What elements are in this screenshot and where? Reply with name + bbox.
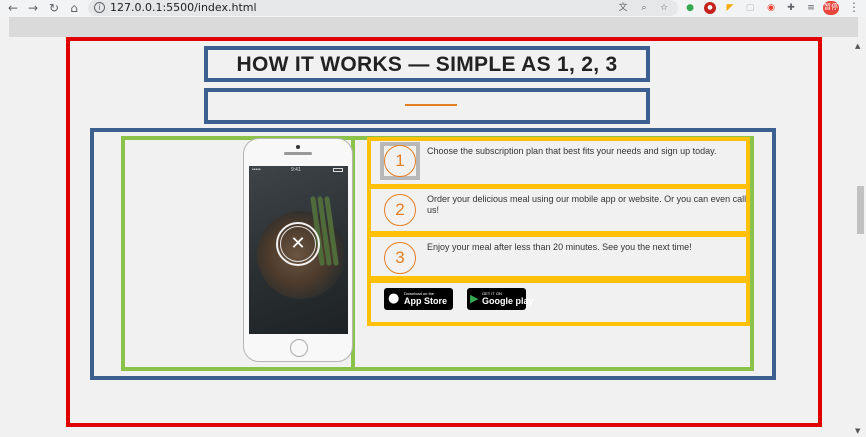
app-logo: ✕ (276, 222, 320, 266)
site-info-icon[interactable]: i (94, 2, 105, 13)
extension-c-icon[interactable]: ◤ (724, 2, 736, 14)
address-bar[interactable]: i 127.0.0.1:5500/index.html (88, 0, 678, 16)
reload-icon[interactable]: ↻ (47, 1, 61, 15)
step-1-text: Choose the subscription plan that best f… (427, 146, 717, 156)
profile-avatar[interactable]: 暂停 (823, 1, 839, 15)
scroll-down-arrow-icon[interactable]: ▼ (855, 427, 860, 435)
signal-dots: ••••• (252, 167, 261, 173)
browser-toolbar: ← → ↻ ⌂ i 127.0.0.1:5500/index.html 文 ⌕ … (0, 0, 866, 17)
forward-arrow-icon[interactable]: → (26, 1, 40, 15)
title-container: HOW IT WORKS — SIMPLE AS 1, 2, 3 (204, 46, 650, 82)
phone-home-button (290, 339, 308, 357)
fork-knife-icon: ✕ (280, 226, 316, 262)
step-3-box (367, 233, 750, 280)
title-underline (405, 104, 457, 106)
apple-icon: ● (388, 291, 400, 306)
address-bar-url[interactable]: 127.0.0.1:5500/index.html (110, 1, 257, 14)
bookmark-star-icon[interactable]: ☆ (658, 2, 670, 14)
profile-silhouette-icon[interactable]: ≡ (805, 2, 817, 14)
zoom-icon[interactable]: ⌕ (638, 2, 650, 14)
phone-camera (296, 145, 300, 149)
extension-b-icon[interactable]: ● (704, 2, 716, 14)
google-play-label: Google play (482, 296, 534, 306)
page-scrollbar[interactable] (852, 38, 866, 437)
phone-speaker (284, 152, 312, 155)
more-menu-icon[interactable]: ⋮ (848, 0, 860, 14)
step-3-text: Enjoy your meal after less than 20 minut… (427, 242, 692, 252)
battery-icon (333, 168, 343, 172)
phone-status-bar: ••••• 9:41 (249, 166, 348, 174)
extension-d-icon[interactable]: ▢ (744, 2, 756, 14)
extension-a-icon[interactable]: ● (684, 2, 696, 14)
extension-e-icon[interactable]: ◉ (765, 2, 777, 14)
scrollbar-thumb[interactable] (857, 186, 864, 234)
google-play-icon: ▶ (470, 292, 479, 305)
phone-screen: ••••• 9:41 ✕ (249, 166, 348, 334)
section-title: HOW IT WORKS — SIMPLE AS 1, 2, 3 (236, 53, 618, 76)
app-store-badge[interactable]: ● Download on the App Store (384, 288, 453, 310)
bookmark-strip (9, 17, 858, 37)
step-1-number: 1 (384, 145, 416, 177)
google-play-badge[interactable]: ▶ GET IT ON Google play (467, 288, 534, 310)
app-store-label: App Store (404, 296, 448, 306)
step-1-box (367, 137, 750, 188)
phone-time: 9:41 (291, 167, 301, 173)
extensions-puzzle-icon[interactable]: ✚ (785, 2, 797, 14)
back-arrow-icon[interactable]: ← (6, 1, 20, 15)
step-2-number: 2 (384, 194, 416, 226)
translate-icon[interactable]: 文 (617, 2, 629, 14)
step-2-text: Order your delicious meal using our mobi… (427, 194, 747, 215)
step-3-number: 3 (384, 242, 416, 274)
app-screen-phone-image: ••••• 9:41 ✕ (243, 138, 353, 362)
underline-container (204, 88, 650, 124)
home-icon[interactable]: ⌂ (67, 1, 81, 15)
scroll-up-arrow-icon[interactable]: ▲ (855, 42, 860, 50)
